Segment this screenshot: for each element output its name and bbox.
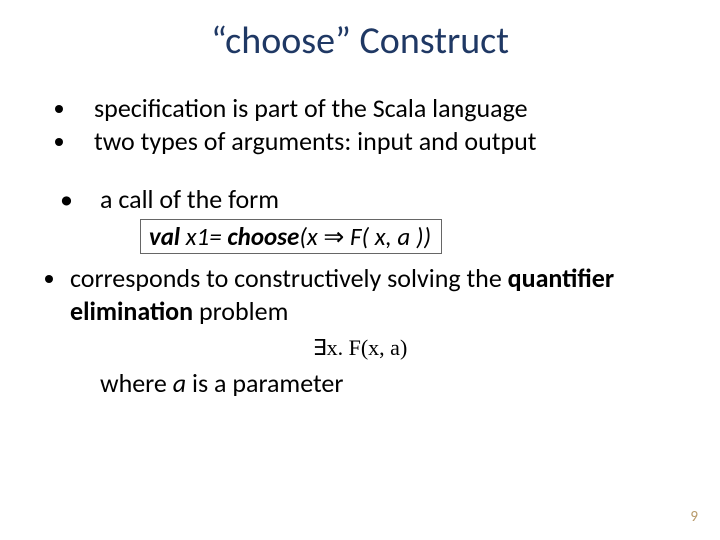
code-text: x1= [180,221,227,252]
code-text: (x [299,221,323,252]
slide-title: “choose” Construct [40,18,680,64]
bullet-text: problem [199,295,288,327]
bullet-item: corresponds to constructively solving th… [68,262,680,327]
code-keyword: choose [227,221,299,252]
param-line: where a is a parameter [100,367,680,399]
bullet-item: • a call of the form [40,183,680,215]
math-formula: ∃x. F(x, a) [40,335,680,361]
code-keyword: val [149,221,180,252]
code-text: F( x, a )) [344,221,431,252]
page-number: 9 [690,508,698,526]
double-arrow-icon: ⇒ [323,221,344,252]
bullet-dot-icon: • [60,183,73,215]
param-text: where [100,367,173,399]
bullet-list-top: specification is part of the Scala langu… [40,92,680,157]
code-box: val x1= choose(x ⇒ F( x, a )) [140,219,442,254]
param-var: a [173,367,186,399]
bullet-item: specification is part of the Scala langu… [78,92,680,125]
code-box-wrap: val x1= choose(x ⇒ F( x, a )) [140,219,680,254]
param-text: is a parameter [192,367,343,399]
bullet-text: corresponds to constructively solving th… [70,262,508,294]
bullet-list-bottom: corresponds to constructively solving th… [40,262,680,327]
slide: “choose” Construct specification is part… [0,0,720,540]
bullet-text: a call of the form [100,183,279,215]
bullet-item: two types of arguments: input and output [78,125,680,158]
